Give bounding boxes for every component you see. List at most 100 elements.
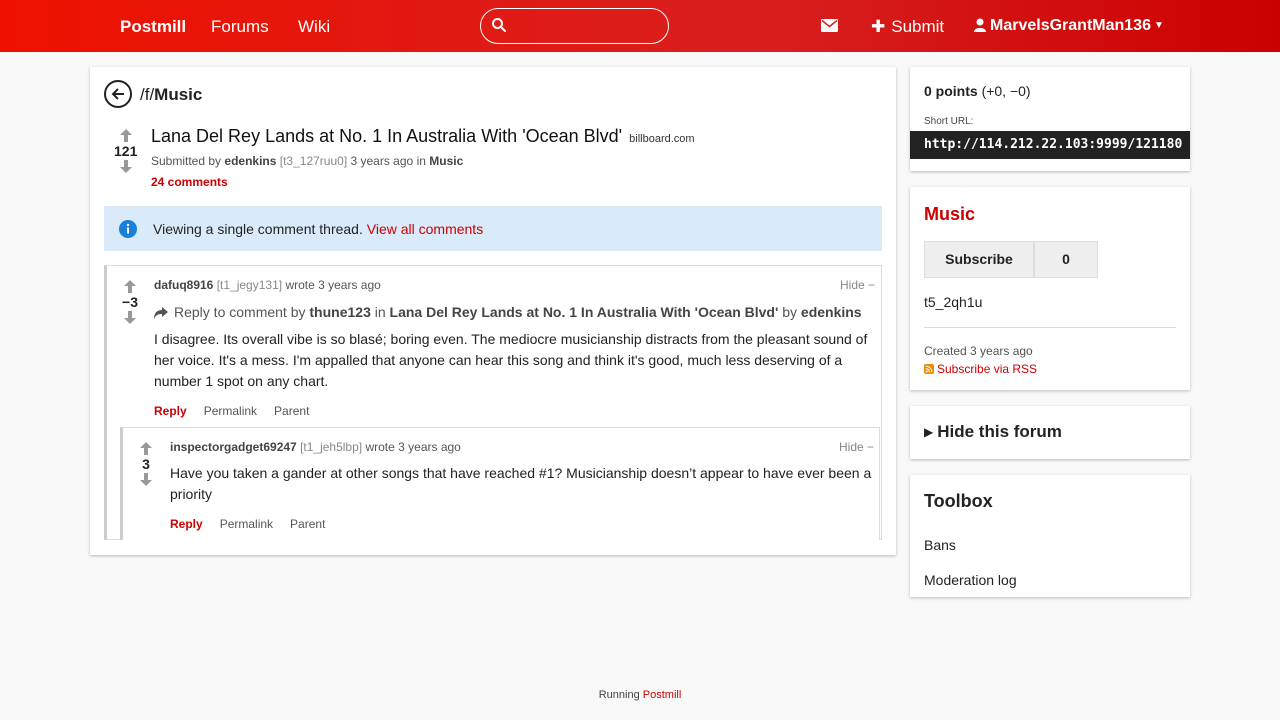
reply-link[interactable]: Reply bbox=[154, 404, 187, 418]
search-input[interactable] bbox=[511, 15, 661, 37]
points-summary: 0 points (+0, −0) bbox=[924, 83, 1031, 99]
submitted-by-label: Submitted by bbox=[151, 154, 222, 168]
username: MarvelsGrantMan136 bbox=[990, 17, 1151, 34]
single-thread-alert: Viewing a single comment thread. View al… bbox=[104, 206, 882, 251]
downvote-arrow-icon[interactable] bbox=[140, 473, 152, 486]
footer-postmill-link[interactable]: Postmill bbox=[643, 689, 682, 701]
envelope-icon[interactable] bbox=[821, 19, 838, 32]
short-url-label: Short URL: bbox=[924, 116, 974, 127]
reply-context-by: by bbox=[782, 304, 798, 320]
hide-forum-box: ▶ Hide this forum bbox=[910, 406, 1190, 459]
rss-label: Subscribe via RSS bbox=[937, 362, 1038, 376]
comment-vote: 3 bbox=[137, 442, 155, 486]
site-brand-link[interactable]: Postmill bbox=[120, 17, 186, 37]
reply-link[interactable]: Reply bbox=[170, 517, 203, 531]
alert-message: Viewing a single comment thread. bbox=[153, 221, 363, 237]
post-in-label: in bbox=[416, 154, 426, 168]
forum-id: t5_2qh1u bbox=[924, 294, 983, 310]
upvote-arrow-icon[interactable] bbox=[140, 442, 152, 455]
points-detail: (+0, −0) bbox=[981, 83, 1031, 99]
comment-vote: −3 bbox=[121, 280, 139, 324]
bans-link[interactable]: Bans bbox=[924, 537, 956, 553]
post-comments-link[interactable]: 24 comments bbox=[151, 175, 228, 189]
breadcrumb-forum-link[interactable]: Music bbox=[154, 85, 202, 104]
reply-context-prefix: Reply to comment by bbox=[174, 304, 306, 320]
forum-created: Created 3 years ago bbox=[924, 344, 1033, 358]
reply-context-in: in bbox=[374, 304, 386, 320]
triangle-right-icon: ▶ bbox=[924, 425, 934, 439]
rss-subscribe-link[interactable]: Subscribe via RSS bbox=[924, 362, 1037, 376]
main-panel: /f/Music 121 Lana Del Rey Lands at No. 1… bbox=[90, 67, 896, 555]
points-total: 0 points bbox=[924, 83, 978, 99]
hide-forum-toggle[interactable]: ▶ Hide this forum bbox=[924, 422, 1062, 442]
permalink-link[interactable]: Permalink bbox=[204, 404, 257, 418]
permalink-link[interactable]: Permalink bbox=[220, 517, 273, 531]
comment-time: wrote 3 years ago bbox=[365, 440, 461, 454]
comment-author-link[interactable]: dafuq8916 bbox=[154, 278, 213, 292]
comment-id: [t1_jegy131] bbox=[216, 278, 283, 292]
reply-context-user-link[interactable]: thune123 bbox=[309, 304, 370, 320]
comment-author-link[interactable]: inspectorgadget69247 bbox=[170, 440, 297, 454]
parent-link[interactable]: Parent bbox=[274, 404, 309, 418]
hide-forum-label: Hide this forum bbox=[937, 422, 1062, 441]
reply-context-post-link[interactable]: Lana Del Rey Lands at No. 1 In Australia… bbox=[390, 304, 779, 320]
search-icon bbox=[492, 18, 507, 33]
comment-meta: inspectorgadget69247 [t1_jeh5lbp] wrote … bbox=[170, 440, 461, 454]
comment: 3 inspectorgadget69247 [t1_jeh5lbp] wrot… bbox=[120, 427, 880, 540]
search-box bbox=[480, 8, 669, 44]
post-meta: Submitted by edenkins [t3_127ruu0] 3 yea… bbox=[151, 154, 463, 168]
nav-wiki-link[interactable]: Wiki bbox=[298, 17, 330, 37]
rss-icon bbox=[924, 364, 934, 374]
reply-context-author-link[interactable]: edenkins bbox=[801, 304, 862, 320]
user-icon bbox=[974, 18, 986, 32]
post-time: 3 years ago bbox=[350, 154, 414, 168]
upvote-arrow-icon[interactable] bbox=[124, 280, 136, 293]
footer: Running Postmill bbox=[0, 689, 1280, 701]
vote-stats-box: 0 points (+0, −0) Short URL: http://114.… bbox=[910, 67, 1190, 171]
comment-time: wrote 3 years ago bbox=[285, 278, 381, 292]
reply-context: Reply to comment by thune123 in Lana Del… bbox=[154, 304, 862, 320]
comment-body: Have you taken a gander at other songs t… bbox=[170, 465, 872, 502]
submit-button[interactable]: ✚ Submit bbox=[871, 17, 944, 37]
post-forum-link[interactable]: Music bbox=[429, 154, 463, 168]
reply-arrow-icon bbox=[154, 307, 168, 319]
comment-score: 3 bbox=[142, 456, 150, 472]
toolbox-title: Toolbox bbox=[924, 491, 993, 511]
upvote-arrow-icon[interactable] bbox=[119, 129, 132, 142]
divider bbox=[924, 327, 1176, 328]
alert-text: Viewing a single comment thread. View al… bbox=[153, 221, 483, 237]
footer-prefix: Running bbox=[598, 689, 640, 701]
comment-id: [t1_jeh5lbp] bbox=[300, 440, 363, 454]
comment-actions: Reply Permalink Parent bbox=[154, 404, 326, 418]
breadcrumb: /f/Music bbox=[140, 85, 202, 105]
hide-comment-toggle[interactable]: Hide − bbox=[839, 440, 874, 454]
comment-actions: Reply Permalink Parent bbox=[170, 517, 342, 531]
forum-info-box: Music Subscribe 0 t5_2qh1u Created 3 yea… bbox=[910, 187, 1190, 390]
hide-comment-toggle[interactable]: Hide − bbox=[840, 278, 875, 292]
comment-score: −3 bbox=[122, 294, 138, 310]
caret-down-icon: ▼ bbox=[1153, 20, 1164, 31]
info-icon bbox=[119, 220, 137, 238]
post-author-link[interactable]: edenkins bbox=[224, 154, 276, 168]
arrow-left-icon bbox=[111, 88, 124, 100]
moderation-log-link[interactable]: Moderation log bbox=[924, 572, 1017, 588]
view-all-comments-link[interactable]: View all comments bbox=[367, 221, 483, 237]
downvote-arrow-icon[interactable] bbox=[124, 311, 136, 324]
nav-forums-link[interactable]: Forums bbox=[211, 17, 269, 37]
comment-body: I disagree. Its overall vibe is so blasé… bbox=[154, 331, 868, 389]
comment-meta: dafuq8916 [t1_jegy131] wrote 3 years ago bbox=[154, 278, 381, 292]
short-url-field[interactable]: http://114.212.22.103:9999/121180 bbox=[910, 131, 1190, 159]
forum-name-link[interactable]: Music bbox=[924, 204, 975, 225]
post-vote: 121 bbox=[114, 129, 137, 173]
top-navbar: Postmill Forums Wiki ✚ Submit MarvelsGran… bbox=[0, 0, 1280, 52]
post-title: Lana Del Rey Lands at No. 1 In Australia… bbox=[151, 126, 695, 147]
toolbox-box: Toolbox Bans Moderation log bbox=[910, 475, 1190, 597]
breadcrumb-prefix: /f/ bbox=[140, 85, 155, 104]
submit-label: Submit bbox=[891, 17, 945, 36]
subscribe-button[interactable]: Subscribe bbox=[924, 241, 1034, 278]
downvote-arrow-icon[interactable] bbox=[119, 160, 132, 173]
back-button[interactable] bbox=[104, 80, 132, 108]
user-menu-button[interactable]: MarvelsGrantMan136 ▼ bbox=[974, 17, 1164, 35]
post-title-link[interactable]: Lana Del Rey Lands at No. 1 In Australia… bbox=[151, 126, 622, 146]
parent-link[interactable]: Parent bbox=[290, 517, 325, 531]
